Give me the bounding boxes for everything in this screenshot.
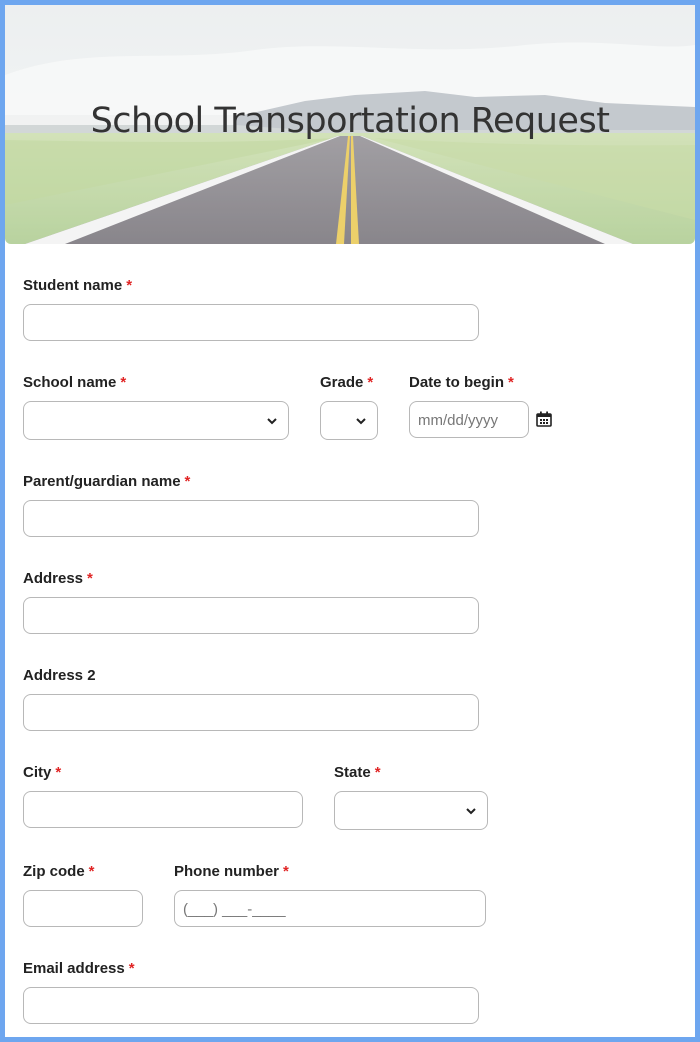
required-marker: * xyxy=(374,764,381,781)
address-input[interactable] xyxy=(23,597,479,634)
required-marker: * xyxy=(55,764,62,781)
student-name-label-text: Student name xyxy=(23,277,123,294)
required-marker: * xyxy=(367,374,374,391)
student-name-label: Student name * xyxy=(23,277,132,294)
required-marker: * xyxy=(87,570,93,587)
zip-code-input[interactable] xyxy=(23,890,143,927)
zip-code-label-text: Zip code xyxy=(23,863,85,880)
school-name-label-text: School name xyxy=(23,374,117,391)
parent-name-label-text: Parent/guardian name xyxy=(23,473,181,490)
required-marker: * xyxy=(128,960,135,977)
state-label: State * xyxy=(334,764,381,781)
phone-placeholder: (___) ___-____ xyxy=(183,901,286,918)
chevron-down-icon xyxy=(356,418,366,425)
parent-name-input[interactable] xyxy=(23,500,479,537)
date-to-begin-label-text: Date to begin xyxy=(409,374,505,391)
email-address-input[interactable] xyxy=(23,987,479,1024)
phone-number-label: Phone number * xyxy=(174,863,289,880)
required-marker: * xyxy=(88,863,95,880)
zip-code-label: Zip code * xyxy=(23,863,95,880)
email-address-label: Email address * xyxy=(23,960,135,977)
phone-number-label-text: Phone number xyxy=(174,863,280,880)
address2-input[interactable] xyxy=(23,694,479,731)
date-to-begin-label: Date to begin * xyxy=(409,374,514,391)
parent-name-label: Parent/guardian name * xyxy=(23,473,190,490)
school-name-select[interactable] xyxy=(23,401,289,440)
required-marker: * xyxy=(283,863,289,880)
header-banner: School Transportation Request xyxy=(5,5,695,244)
chevron-down-icon xyxy=(267,418,277,425)
city-input[interactable] xyxy=(23,791,303,828)
address2-label: Address 2 xyxy=(23,667,96,684)
required-marker: * xyxy=(126,277,133,294)
state-label-text: State xyxy=(334,764,371,781)
page-title: School Transportation Request xyxy=(90,101,610,141)
required-marker: * xyxy=(120,374,127,391)
student-name-input[interactable] xyxy=(23,304,479,341)
calendar-icon[interactable] xyxy=(536,411,552,427)
state-select[interactable] xyxy=(334,791,488,830)
email-address-label-text: Email address xyxy=(23,960,125,977)
chevron-down-icon xyxy=(466,808,476,815)
date-to-begin-input[interactable]: mm/dd/yyyy xyxy=(409,401,529,438)
required-marker: * xyxy=(508,374,514,391)
grade-select[interactable] xyxy=(320,401,378,440)
city-label-text: City xyxy=(23,764,52,781)
form-frame: School Transportation Request Student na… xyxy=(0,0,700,1042)
date-placeholder: mm/dd/yyyy xyxy=(418,412,499,429)
school-name-label: School name * xyxy=(23,374,126,391)
grade-label: Grade * xyxy=(320,374,373,391)
city-label: City * xyxy=(23,764,61,781)
grade-label-text: Grade xyxy=(320,374,364,391)
required-marker: * xyxy=(184,473,191,490)
address-label-text: Address xyxy=(23,570,84,587)
address2-label-text: Address 2 xyxy=(23,667,96,684)
address-label: Address * xyxy=(23,570,93,587)
phone-number-input[interactable]: (___) ___-____ xyxy=(174,890,486,927)
